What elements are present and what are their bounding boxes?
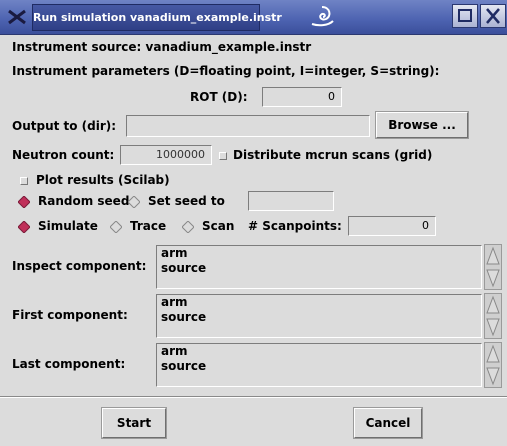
browse-button[interactable]: Browse ... <box>375 111 469 139</box>
run-simulation-dialog: Run simulation vanadium_example.instr In… <box>0 0 507 446</box>
trace-label: Trace <box>130 219 167 233</box>
last-component-list[interactable]: arm source <box>156 343 482 387</box>
list-item[interactable]: source <box>161 359 481 374</box>
start-button[interactable]: Start <box>101 407 167 439</box>
inspect-component-label: Inspect component: <box>12 259 147 273</box>
window-menu-icon[interactable] <box>6 6 28 28</box>
rot-label: ROT (D): <box>190 90 248 104</box>
close-button[interactable] <box>480 4 506 28</box>
simulate-radio[interactable] <box>18 221 30 233</box>
inspect-scrollbar[interactable] <box>484 244 502 290</box>
plot-results-label: Plot results (Scilab) <box>36 173 170 187</box>
instrument-source-label: Instrument source: vanadium_example.inst… <box>12 40 312 54</box>
last-scrollbar[interactable] <box>484 342 502 388</box>
neutron-count-input[interactable]: 1000000 <box>120 145 212 165</box>
simulate-label: Simulate <box>38 219 98 233</box>
rot-input[interactable]: 0 <box>262 87 342 107</box>
maximize-icon <box>458 9 472 22</box>
scroll-arrows-icon <box>486 295 500 337</box>
scroll-arrows-icon <box>486 344 500 386</box>
random-seed-label: Random seed <box>38 194 130 208</box>
divider <box>0 396 507 398</box>
scanpoints-label: # Scanpoints: <box>248 219 342 233</box>
output-dir-label: Output to (dir): <box>12 119 117 133</box>
trace-radio[interactable] <box>110 221 122 233</box>
instrument-parameters-label: Instrument parameters (D=floating point,… <box>12 64 440 78</box>
first-component-label: First component: <box>12 308 128 322</box>
list-item[interactable]: arm <box>161 295 481 310</box>
window-title: Run simulation vanadium_example.instr <box>32 4 282 31</box>
close-icon <box>486 8 500 24</box>
distribute-scans-checkbox[interactable] <box>219 152 227 160</box>
scan-label: Scan <box>202 219 235 233</box>
seed-input[interactable] <box>248 191 334 211</box>
random-seed-radio[interactable] <box>18 196 30 208</box>
first-scrollbar[interactable] <box>484 293 502 339</box>
maximize-button[interactable] <box>452 4 478 28</box>
list-item[interactable]: source <box>161 261 481 276</box>
list-item[interactable]: arm <box>161 344 481 359</box>
inspect-component-list[interactable]: arm source <box>156 245 482 289</box>
first-component-list[interactable]: arm source <box>156 294 482 338</box>
set-seed-label: Set seed to <box>148 194 225 208</box>
last-component-label: Last component: <box>12 357 126 371</box>
distribute-scans-label: Distribute mcrun scans (grid) <box>233 148 433 162</box>
list-item[interactable]: source <box>161 310 481 325</box>
title-bar[interactable]: Run simulation vanadium_example.instr <box>0 0 507 35</box>
cancel-button[interactable]: Cancel <box>353 407 423 439</box>
scanpoints-input[interactable]: 0 <box>348 216 436 236</box>
neutron-count-label: Neutron count: <box>12 148 115 162</box>
scroll-arrows-icon <box>486 246 500 288</box>
plot-results-checkbox[interactable] <box>20 177 28 185</box>
list-item[interactable]: arm <box>161 246 481 261</box>
scan-radio[interactable] <box>182 221 194 233</box>
set-seed-radio[interactable] <box>128 196 140 208</box>
swirl-icon <box>311 6 334 27</box>
output-dir-input[interactable] <box>126 115 370 137</box>
